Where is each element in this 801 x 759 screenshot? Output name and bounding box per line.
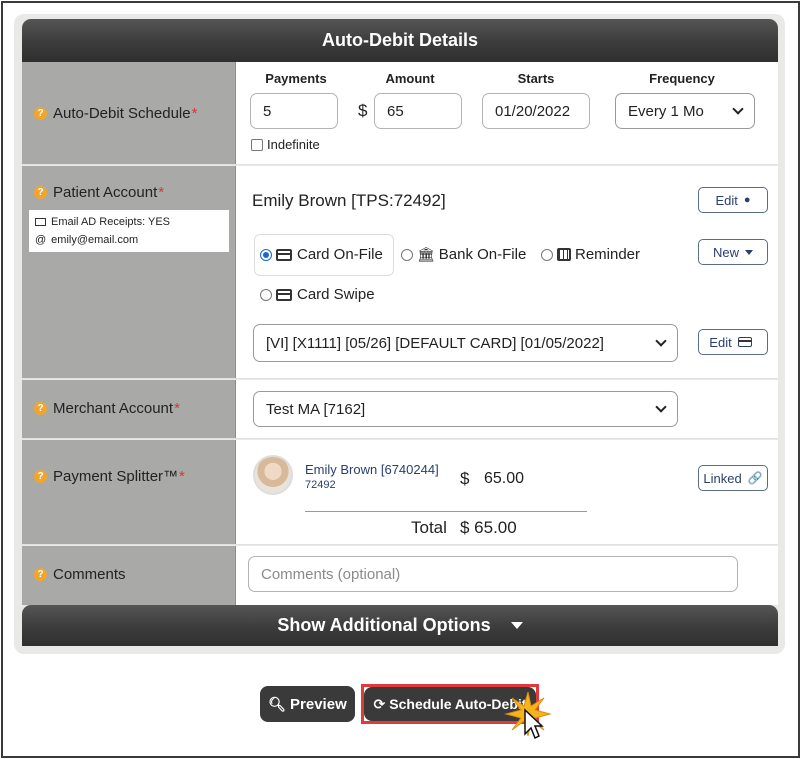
bank-icon: 🏛: [417, 246, 435, 262]
search-icon: 🔍︎: [268, 695, 287, 712]
calendar-icon: [557, 248, 571, 261]
linked-button[interactable]: Linked 🔗: [698, 465, 768, 491]
comments-row: ? Comments Comments (optional): [22, 546, 778, 605]
patient-label-cell: ? Patient Account * Email AD Receipts: YE…: [22, 166, 236, 378]
currency-symbol: $: [358, 101, 368, 120]
chevron-down-icon: [655, 401, 667, 413]
help-icon[interactable]: ?: [34, 402, 47, 415]
credit-card-icon: [276, 288, 292, 301]
envelope-icon: [35, 218, 46, 226]
at-icon: @: [35, 234, 47, 246]
merchant-select[interactable]: Test MA [7162]: [253, 391, 678, 427]
indefinite-option[interactable]: Indefinite: [251, 137, 320, 152]
merchant-row: ? Merchant Account * Test MA [7162]: [22, 380, 778, 439]
starts-label: Starts: [517, 71, 555, 86]
radio[interactable]: [401, 248, 413, 261]
indefinite-label: Indefinite: [267, 137, 320, 152]
option-reminder[interactable]: Reminder: [541, 246, 640, 263]
form-title: Auto-Debit Details: [321, 30, 478, 50]
help-icon[interactable]: ?: [34, 107, 47, 120]
edit-patient-button[interactable]: Edit ●: [698, 187, 768, 213]
payments-label: Payments: [265, 71, 327, 86]
patient-name: Emily Brown [TPS:72492]: [252, 191, 446, 210]
required-marker: *: [179, 468, 185, 485]
form-header: Auto-Debit Details: [22, 19, 778, 62]
indefinite-checkbox[interactable]: [251, 138, 263, 151]
starts-date-input[interactable]: 01/20/2022: [482, 93, 590, 129]
splitter-currency: $: [460, 469, 470, 488]
edit-card-button[interactable]: Edit: [698, 329, 768, 355]
radio[interactable]: [260, 288, 272, 301]
chevron-down-icon: [655, 335, 667, 347]
user-icon: ●: [743, 194, 751, 206]
splitter-label: Payment Splitter™: [53, 468, 179, 485]
new-payment-method-button[interactable]: New: [698, 239, 768, 265]
splitter-label-cell: ? Payment Splitter™ *: [22, 440, 236, 544]
option-bank-on-file[interactable]: 🏛 Bank On-File: [401, 246, 526, 263]
payments-input[interactable]: 5: [250, 93, 338, 129]
option-card-swipe[interactable]: Card Swipe: [260, 286, 375, 303]
splitter-row: ? Payment Splitter™ * Emily Brown [674024…: [22, 440, 778, 545]
splitter-amount: 65.00: [484, 470, 525, 487]
patient-label: Patient Account: [53, 184, 158, 201]
credit-card-icon: [737, 337, 752, 347]
chevron-down-icon: [732, 103, 744, 115]
total-value: $ 65.00: [460, 518, 517, 537]
radio-checked[interactable]: [260, 248, 272, 261]
comments-label-cell: ? Comments: [22, 546, 236, 605]
preview-button[interactable]: 🔍︎ Preview: [260, 686, 355, 722]
splitter-person-id: 72492: [305, 479, 336, 491]
refresh-icon: ⟳: [373, 695, 386, 712]
amount-input[interactable]: 65: [374, 93, 462, 129]
patient-row: ? Patient Account * Email AD Receipts: YE…: [22, 166, 778, 379]
email-receipts-text: Email AD Receipts: YES: [51, 216, 171, 228]
amount-label: Amount: [385, 71, 435, 86]
schedule-label: Auto-Debit Schedule: [53, 105, 191, 122]
comments-input[interactable]: Comments (optional): [248, 556, 738, 592]
link-icon: 🔗: [747, 471, 763, 485]
help-icon[interactable]: ?: [34, 186, 47, 199]
show-additional-options[interactable]: Show Additional Options: [22, 605, 778, 646]
caret-down-icon: [510, 622, 523, 629]
radio[interactable]: [541, 248, 553, 261]
schedule-row: ? Auto-Debit Schedule * Payments 5 Amount…: [22, 62, 778, 165]
merchant-label-cell: ? Merchant Account *: [22, 380, 236, 438]
email-info-box: Email AD Receipts: YES @ emily@email.com: [29, 210, 229, 252]
help-icon[interactable]: ?: [34, 568, 47, 581]
caret-down-icon: [745, 249, 753, 255]
comments-label: Comments: [53, 566, 126, 583]
card-select[interactable]: [VI] [X1111] [05/26] [DEFAULT CARD] [01/…: [253, 324, 678, 362]
show-additional-options-label: Show Additional Options: [277, 615, 491, 635]
option-card-on-file[interactable]: Card On-File: [260, 246, 383, 263]
frequency-select[interactable]: Every 1 Mo: [615, 93, 755, 129]
required-marker: *: [158, 184, 165, 201]
total-divider: [305, 511, 587, 512]
help-icon[interactable]: ?: [34, 470, 47, 483]
required-marker: *: [191, 105, 198, 122]
email-text: emily@email.com: [51, 234, 139, 246]
avatar: [253, 455, 293, 495]
splitter-person-name[interactable]: Emily Brown [6740244]: [305, 462, 439, 477]
total-label: Total: [411, 518, 447, 537]
schedule-label-cell: ? Auto-Debit Schedule *: [22, 62, 236, 164]
merchant-label: Merchant Account: [53, 400, 174, 417]
credit-card-icon: [276, 248, 292, 261]
cursor-click-icon: [504, 691, 552, 740]
required-marker: *: [174, 400, 180, 417]
frequency-label: Frequency: [649, 71, 715, 86]
